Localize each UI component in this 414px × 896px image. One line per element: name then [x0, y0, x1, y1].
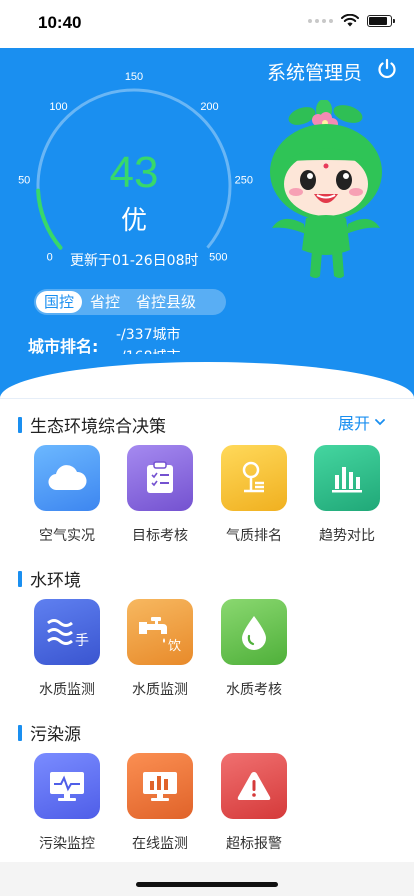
status-bar: 10:40 — [0, 0, 414, 48]
gauge-tick-label: 100 — [49, 101, 67, 113]
gauge-tick-label: 50 — [18, 175, 30, 187]
signal-icon — [308, 18, 333, 23]
bottom-safe-area — [0, 862, 414, 896]
gauge-tick-label: 200 — [200, 101, 218, 113]
ranking-line-1: -/337城市 — [116, 327, 181, 343]
tab-provincial-county[interactable]: 省控县级 — [128, 291, 204, 313]
section-marker — [18, 416, 22, 433]
gauge-tick-label: 500 — [209, 252, 227, 264]
tile-label: 在线监测 — [132, 836, 188, 852]
badge-text: 手 — [75, 633, 89, 649]
tile-label: 水质监测 — [39, 682, 95, 698]
tab-provincial[interactable]: 省控 — [82, 291, 128, 313]
gauge-tick-label: 150 — [125, 71, 143, 83]
tile-label: 气质排名 — [226, 528, 282, 544]
wifi-icon — [341, 14, 359, 27]
air-quality-header: 系统管理员 0 50 100 150 200 250 500 43 优 更新于01-26日0… — [0, 48, 414, 400]
power-icon[interactable] — [376, 58, 398, 80]
tile-label: 超标报警 — [226, 836, 282, 852]
tile-air-live[interactable]: 空气实况 — [33, 445, 101, 545]
expand-button[interactable]: 展开 — [338, 410, 386, 434]
cloud-icon — [34, 445, 100, 511]
tile-label: 目标考核 — [132, 528, 188, 544]
section-title-water: 水环境 — [18, 566, 81, 591]
update-time: 更新于01-26日08时 — [70, 253, 199, 269]
chevron-down-icon — [375, 419, 385, 426]
water-drop-icon — [221, 599, 287, 665]
section-title-text: 水环境 — [30, 571, 81, 591]
ranking-icon — [221, 445, 287, 511]
control-level-tabs: 国控 省控 省控县级 — [34, 289, 226, 315]
status-time: 10:40 — [38, 13, 82, 32]
section-title-decision: 生态环境综合决策 — [18, 412, 166, 437]
bar-chart-icon — [314, 445, 380, 511]
section-marker — [18, 570, 22, 587]
section-title-text: 生态环境综合决策 — [30, 417, 166, 437]
tile-trend-compare[interactable]: 趋势对比 — [313, 445, 381, 545]
battery-level — [369, 16, 387, 25]
monitor-pulse-icon — [34, 753, 100, 819]
city-ranking-label: 城市排名: — [28, 337, 99, 356]
tab-national[interactable]: 国控 — [36, 291, 83, 313]
tile-online-monitor[interactable]: 在线监测 — [126, 753, 194, 853]
gauge-tick-label: 250 — [235, 175, 253, 187]
section-title-pollution: 污染源 — [18, 720, 81, 745]
water-waves-icon: 手 — [34, 599, 100, 665]
tile-quality-ranking[interactable]: 气质排名 — [220, 445, 288, 545]
city-ranking-ticker: -/337城市 -/168城市 — [116, 324, 206, 354]
gauge-progress — [36, 188, 63, 250]
tile-label: 空气实况 — [39, 528, 95, 544]
warning-icon — [221, 753, 287, 819]
tile-water-monitor-drinking[interactable]: 饮 水质监测 — [126, 599, 194, 699]
expand-label: 展开 — [337, 414, 370, 433]
admin-label[interactable]: 系统管理员 — [267, 58, 362, 85]
panel-divider — [0, 398, 414, 399]
section-marker — [18, 724, 22, 741]
tile-water-assessment[interactable]: 水质考核 — [220, 599, 288, 699]
tile-label: 水质考核 — [226, 682, 282, 698]
tile-label: 趋势对比 — [319, 528, 375, 544]
monitor-chart-icon — [127, 753, 193, 819]
tile-label: 污染监控 — [39, 836, 95, 852]
aqi-level: 优 — [120, 206, 147, 236]
mascot-image — [270, 100, 382, 278]
battery-icon — [367, 14, 395, 27]
tile-target-assessment[interactable]: 目标考核 — [126, 445, 194, 545]
aqi-value: 43 — [109, 148, 159, 197]
tile-pollution-monitor[interactable]: 污染监控 — [33, 753, 101, 853]
tile-water-monitor-manual[interactable]: 手 水质监测 — [33, 599, 101, 699]
ranking-line-2: -/168城市 — [116, 346, 181, 354]
status-icons — [308, 14, 395, 27]
clipboard-icon — [127, 445, 193, 511]
home-indicator[interactable] — [136, 882, 278, 887]
badge-text: 饮 — [168, 639, 181, 652]
gauge-tick-label: 0 — [47, 252, 53, 264]
section-title-text: 污染源 — [30, 725, 81, 745]
faucet-icon: 饮 — [127, 599, 193, 665]
tile-label: 水质监测 — [132, 682, 188, 698]
tile-limit-alarm[interactable]: 超标报警 — [220, 753, 288, 853]
